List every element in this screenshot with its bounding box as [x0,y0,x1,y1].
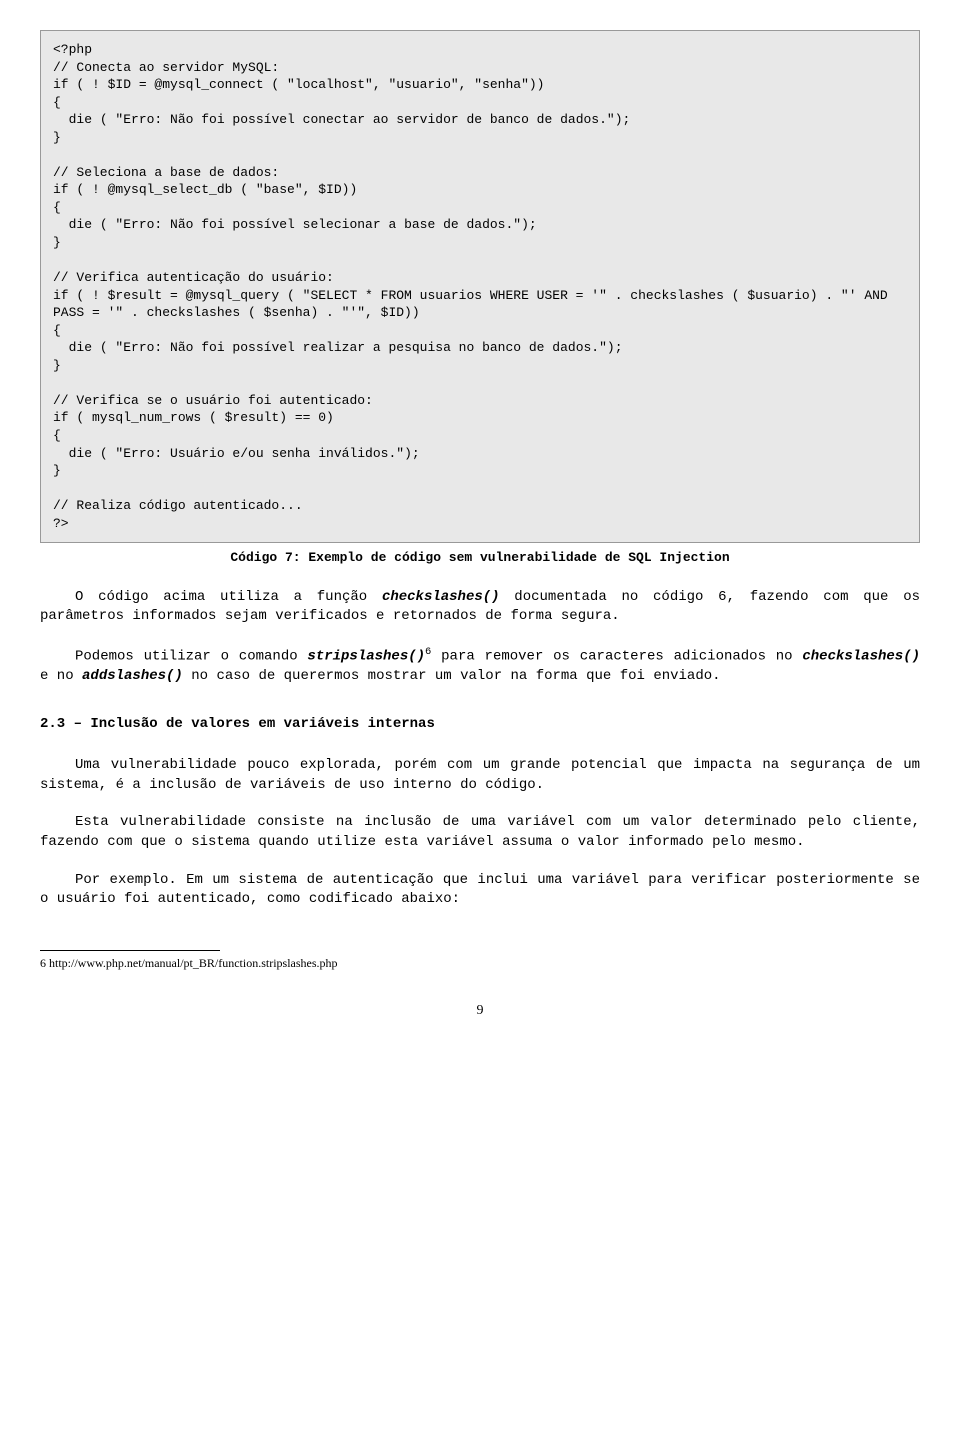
code-ref: checkslashes() [802,648,920,664]
text: para remover os caracteres adicionados n… [431,648,802,664]
text: Podemos utilizar o comando [75,648,307,664]
paragraph-4: Esta vulnerabilidade consiste na inclusã… [40,813,920,852]
code-block: <?php // Conecta ao servidor MySQL: if (… [40,30,920,543]
footnote-separator [40,950,220,951]
page-number: 9 [40,1001,920,1021]
text: no caso de querermos mostrar um valor na… [183,668,721,684]
paragraph-1: O código acima utiliza a função checksla… [40,588,920,627]
text: e no [40,668,82,684]
text: O código acima utiliza a função [75,589,382,605]
paragraph-3: Uma vulnerabilidade pouco explorada, por… [40,756,920,795]
paragraph-5: Por exemplo. Em um sistema de autenticaç… [40,871,920,910]
footnote-text: 6 http://www.php.net/manual/pt_BR/functi… [40,955,920,972]
code-caption: Código 7: Exemplo de código sem vulnerab… [40,549,920,567]
code-ref: checkslashes() [382,589,500,605]
code-ref: addslashes() [82,668,183,684]
section-heading: 2.3 – Inclusão de valores em variáveis i… [40,715,920,735]
paragraph-2: Podemos utilizar o comando stripslashes(… [40,645,920,687]
code-ref: stripslashes() [307,648,425,664]
